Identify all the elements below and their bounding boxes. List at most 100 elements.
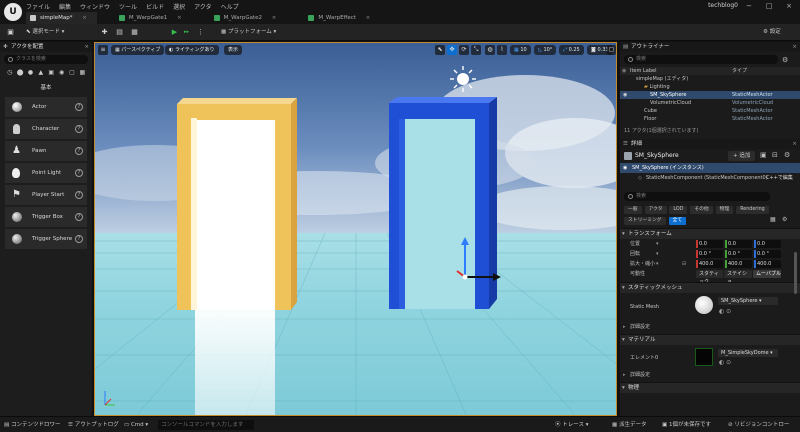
menu-edit[interactable]: 編集 [59, 2, 71, 11]
location-y-field[interactable]: 0.0 [725, 240, 752, 248]
filter-rendering[interactable]: Rendering [736, 206, 769, 214]
outliner-row[interactable]: Floor StaticMeshActor [620, 115, 800, 123]
instance-row[interactable]: ◉ SM_SkySphere (インスタンス) [620, 163, 800, 173]
scale-y-field[interactable]: 400.0 [725, 260, 752, 268]
outliner-row[interactable]: ▰ Lighting [620, 83, 800, 91]
browse-icon[interactable]: ◐ ⊙ [719, 308, 731, 315]
blueprint-icon[interactable]: ▣ [760, 151, 767, 159]
world-space-icon[interactable]: ◍ [485, 45, 495, 55]
lights-icon[interactable]: ● [27, 69, 34, 77]
details-settings-icon[interactable]: ⚙ [782, 216, 787, 223]
all-classes-icon[interactable]: ▦ [79, 69, 86, 77]
outliner-row-selected[interactable]: ◉ SM_SkySphere StaticMeshActor [620, 91, 800, 99]
actor-item-point-light[interactable]: Point Light ? [5, 163, 87, 183]
actor-item-actor[interactable]: Actor ? [5, 97, 87, 117]
scale-tool-icon[interactable]: ⤡ [471, 45, 481, 55]
help-icon[interactable]: ? [75, 103, 83, 111]
console-input[interactable]: コンソールコマンドを入力します [158, 420, 254, 430]
help-icon[interactable]: ? [75, 169, 83, 177]
outliner-search-input[interactable]: 検索 [624, 55, 778, 64]
details-scrollbar[interactable] [794, 252, 797, 294]
play-options-icon[interactable]: ▸▸ [181, 27, 192, 38]
rotation-x-field[interactable]: 0.0 ° [696, 250, 723, 258]
static-mesh-dropdown[interactable]: SM_SkySphere ▾ [718, 297, 778, 305]
transform-gizmo[interactable] [451, 237, 501, 283]
class-search-input[interactable]: クラスを検索 [4, 55, 88, 64]
actor-item-character[interactable]: Character ? [5, 119, 87, 139]
transform-section[interactable]: トランスフォーム [620, 228, 800, 240]
close-icon[interactable]: × [272, 15, 277, 21]
menu-build[interactable]: ビルド [146, 2, 164, 11]
chevron-down-icon[interactable]: ▾ [656, 239, 659, 249]
rotation-y-field[interactable]: 0.0 ° [725, 250, 752, 258]
filter-lod[interactable]: LOD [669, 206, 688, 214]
menu-file[interactable]: ファイル [26, 2, 50, 11]
material-thumbnail[interactable] [695, 348, 713, 366]
perspective-button[interactable]: ▦ パースペクティブ [111, 45, 165, 55]
add-actor-icon[interactable]: ✚ [99, 27, 110, 38]
show-flags-button[interactable]: 表示 [224, 45, 243, 55]
platform-dropdown[interactable]: ▦ プラットフォーム ▾ [221, 27, 276, 38]
outliner-row[interactable]: simpleMap (エディタ) [620, 75, 800, 83]
derived-data-button[interactable]: ▦ 派生データ [612, 420, 646, 430]
location-x-field[interactable]: 0.0 [696, 240, 723, 248]
help-icon[interactable]: ? [75, 235, 83, 243]
settings-button[interactable]: ⚙ 設定 [763, 27, 781, 38]
tab-m-warpeffect[interactable]: M_WarpEffect × [304, 12, 380, 24]
revision-control-button[interactable]: ⊘ リビジョンコントロール... [728, 420, 800, 430]
mobility-stationary[interactable]: ステイショ... [724, 270, 752, 285]
maximize-button[interactable]: □ [760, 1, 778, 11]
menu-window[interactable]: ウィンドウ [80, 2, 110, 11]
cmd-dropdown[interactable]: ▭ Cmd ▾ [124, 420, 148, 430]
viewport-layout-icon[interactable]: ▢ [607, 45, 616, 55]
volumes-icon[interactable]: ▢ [68, 69, 75, 77]
browse-icon[interactable]: ◐ ⊙ [719, 359, 731, 366]
advanced-toggle[interactable]: ▸ 詳細設定 [620, 371, 800, 380]
mobility-movable[interactable]: ムーバブル [753, 270, 781, 278]
rotate-tool-icon[interactable]: ⟳ [459, 45, 469, 55]
content-drawer-button[interactable]: ▤ コンテンツドロワー [4, 420, 60, 430]
scale-snap-button[interactable]: ⤢ 0.25 [559, 45, 584, 55]
filter-physics[interactable]: 物理 [715, 206, 734, 214]
tab-m-warpgate2[interactable]: M_WarpGate2 × [210, 12, 287, 24]
actor-item-trigger-sphere[interactable]: Trigger Sphere ? [5, 229, 87, 249]
visual-effects-icon[interactable]: ◉ [58, 69, 65, 77]
mesh-thumbnail[interactable] [695, 296, 713, 314]
lock-ratio-icon[interactable]: ⊟ [682, 259, 686, 269]
filter-streaming[interactable]: ストリーミング [624, 217, 666, 225]
menu-help[interactable]: ヘルプ [221, 2, 239, 11]
edit-cpp-link[interactable]: C++で編集 [766, 173, 793, 183]
help-icon[interactable]: ? [75, 147, 83, 155]
grid-snap-button[interactable]: ▦ 10 [510, 45, 531, 55]
menu-tools[interactable]: ツール [119, 2, 137, 11]
add-component-button[interactable]: + 追加 [728, 151, 756, 161]
advanced-toggle[interactable]: ▸ 詳細設定 [620, 323, 800, 332]
details-search-input[interactable]: 検索 [624, 192, 770, 201]
physics-section[interactable]: 物理 [620, 382, 800, 394]
col-item-label[interactable]: Item Label [630, 68, 656, 74]
unsaved-button[interactable]: ▣ 1個が未保存です [662, 420, 711, 430]
surface-snap-icon[interactable]: ⌇ [497, 45, 507, 55]
scale-x-field[interactable]: 400.0 [696, 260, 723, 268]
material-dropdown[interactable]: M_SimpleSkyDome ▾ [718, 349, 778, 357]
actor-item-pawn[interactable]: ♟ Pawn ? [5, 141, 87, 161]
viewport-menu-icon[interactable]: ≡ [98, 45, 108, 55]
rotation-snap-button[interactable]: ◺ 10° [534, 45, 557, 55]
component-row[interactable]: ◇ StaticMeshComponent (StaticMeshCompone… [620, 173, 800, 183]
filter-general[interactable]: 一般 [624, 206, 642, 214]
menu-actor[interactable]: アクタ [194, 2, 211, 11]
lighting-mode-button[interactable]: ◐ ライティングあり [165, 45, 219, 55]
outliner-row[interactable]: VolumetricCloud VolumetricCloud [620, 99, 800, 107]
minimize-button[interactable]: − [740, 1, 758, 11]
save-icon[interactable]: ▣ [5, 27, 16, 38]
static-mesh-section[interactable]: スタティックメッシュ [620, 282, 800, 294]
select-tool-icon[interactable]: ⬉ [435, 45, 445, 55]
chevron-down-icon[interactable]: ▾ [656, 249, 659, 259]
chevron-down-icon[interactable]: ▾ [656, 259, 659, 269]
help-icon[interactable]: ? [75, 213, 83, 221]
actor-name[interactable]: SM_SkySphere [635, 152, 679, 159]
tab-simplemap[interactable]: simpleMap* × [26, 12, 97, 24]
play-icon[interactable]: ▶ [169, 27, 180, 38]
close-icon[interactable]: × [366, 15, 371, 21]
help-icon[interactable]: ? [75, 125, 83, 133]
